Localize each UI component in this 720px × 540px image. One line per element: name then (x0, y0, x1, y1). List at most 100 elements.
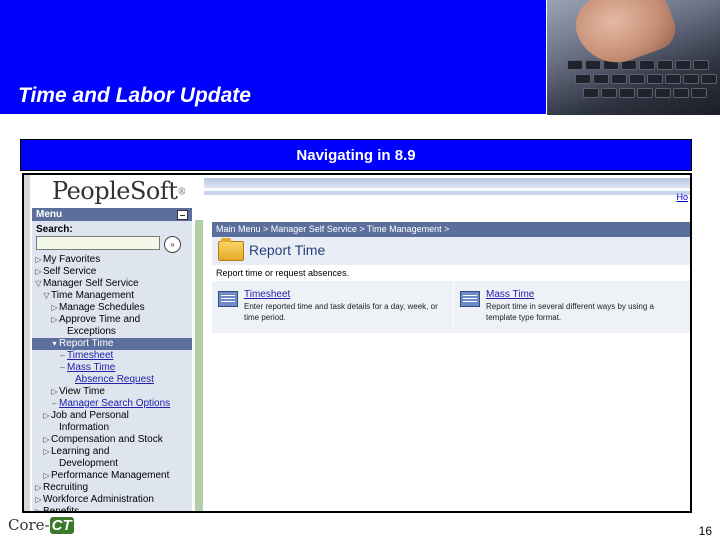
menu-item-label: Report Time (59, 338, 114, 349)
menu-item-label: My Favorites (43, 254, 101, 265)
menu-item[interactable]: ▽Time Management (32, 290, 192, 302)
slide-title: Time and Labor Update (18, 84, 251, 107)
menu-item-label: Manager Self Service (43, 278, 139, 289)
keyboard-row (547, 60, 720, 70)
page-number: 16 (698, 524, 712, 538)
expand-glyph-icon: ▷ (35, 495, 42, 504)
menu-item[interactable]: ▷Approve Time and (32, 314, 192, 326)
tile-mass-time[interactable]: Mass Time Report time in several differe… (453, 283, 689, 331)
menu-item[interactable]: ▷My Favorites (32, 254, 192, 266)
menu-item-label[interactable]: Absence Request (75, 374, 154, 385)
search-input[interactable] (36, 236, 160, 250)
menu-item[interactable]: ▷Job and Personal (32, 410, 192, 422)
tile-timesheet[interactable]: Timesheet Enter reported time and task d… (212, 283, 447, 331)
menu-item-label: Information (59, 422, 110, 433)
menu-item-label: Recruiting (43, 482, 89, 493)
menu-item[interactable]: – Manager Search Options (32, 398, 192, 410)
keyboard-row (547, 88, 720, 98)
footer-logo-prefix: Core- (8, 516, 50, 534)
minimize-icon[interactable] (177, 210, 188, 220)
menu-header: Menu (32, 208, 192, 221)
menu-item-label: Performance Management (51, 470, 170, 481)
menu-item-label: View Time (59, 386, 105, 397)
expand-glyph-icon: – (52, 399, 57, 408)
menu-item[interactable]: ▷Performance Management (32, 470, 192, 482)
home-link[interactable]: Ho (676, 192, 688, 202)
expand-glyph-icon: ▷ (43, 471, 50, 480)
menu-item-label[interactable]: Manager Search Options (59, 398, 170, 409)
tile-description: Report time in several different ways by… (486, 302, 654, 322)
breadcrumb[interactable]: Main Menu > Manager Self Service > Time … (212, 222, 690, 237)
expand-glyph-icon: ▷ (35, 483, 42, 492)
menu-item-label: Compensation and Stock (51, 434, 163, 445)
core-ct-logo: Core- CT (8, 516, 74, 534)
menu-item[interactable]: – Timesheet (32, 350, 192, 362)
menu-item-label: Benefits (43, 506, 80, 513)
expand-glyph-icon: ▷ (43, 435, 50, 444)
expand-glyph-icon: ▷ (35, 255, 42, 264)
logo-text: PeopleSoft (52, 177, 178, 205)
expand-glyph-icon: – (60, 351, 65, 360)
expand-glyph-icon: ▷ (43, 411, 50, 420)
mass-time-icon (460, 291, 480, 307)
menu-item-label: Workforce Administration (43, 494, 154, 505)
tile-title[interactable]: Mass Time (486, 289, 534, 300)
menu-item[interactable]: ▽Manager Self Service (32, 278, 192, 290)
menu-item-label: Self Service (43, 266, 97, 277)
folder-icon (218, 238, 244, 261)
peoplesoft-screenshot: PeopleSoft® Ho Menu Search: » ▷My Favori… (22, 173, 692, 513)
menu-item-label: Learning and (51, 446, 110, 457)
menu-item[interactable]: ▷View Time (32, 386, 192, 398)
menu-item[interactable]: ▷Compensation and Stock (32, 434, 192, 446)
expand-glyph-icon: ▷ (51, 303, 58, 312)
menu-item[interactable]: – Mass Time (32, 362, 192, 374)
expand-glyph-icon: ▷ (51, 315, 58, 324)
expand-glyph-icon: ▽ (35, 279, 42, 288)
expand-glyph-icon: ▽ (43, 291, 50, 300)
menu-item[interactable]: Information (32, 422, 192, 434)
search-row: » (32, 236, 192, 254)
menu-item-label: Development (59, 458, 118, 469)
menu-item[interactable]: ▷Recruiting (32, 482, 192, 494)
expand-glyph-icon: ▷ (51, 387, 58, 396)
expand-glyph-icon: ▷ (35, 507, 42, 513)
search-go-icon[interactable]: » (164, 236, 181, 253)
menu-item[interactable]: Absence Request (32, 374, 192, 386)
menu-item[interactable]: ▾ Report Time (32, 338, 192, 350)
menu-item[interactable]: Exceptions (32, 326, 192, 338)
expand-glyph-icon: – (60, 363, 65, 372)
page-subtitle: Report time or request absences. (212, 265, 690, 281)
search-label: Search: (36, 224, 73, 235)
header-stripe (204, 178, 690, 188)
keyboard-row (547, 74, 720, 84)
menu-title: Menu (36, 209, 63, 220)
menu-item[interactable]: Development (32, 458, 192, 470)
tile-description: Enter reported time and task details for… (244, 302, 438, 322)
menu-item[interactable]: ▷Workforce Administration (32, 494, 192, 506)
menu-panel: Menu Search: » ▷My Favorites ▷Self Servic… (32, 208, 192, 511)
panel-separator[interactable] (195, 220, 203, 511)
expand-glyph-icon: ▷ (35, 267, 42, 276)
menu-item[interactable]: ▷Manage Schedules (32, 302, 192, 314)
header-stripe-secondary (204, 191, 690, 195)
menu-tree: ▷My Favorites ▷Self Service ▽Manager Self … (32, 254, 192, 513)
section-banner-text: Navigating in 8.9 (296, 147, 416, 164)
page-title: Report Time (249, 242, 326, 258)
tile-title[interactable]: Timesheet (244, 289, 290, 300)
expand-glyph-icon: ▷ (43, 447, 50, 456)
menu-item-label: Manage Schedules (59, 302, 145, 313)
header-rule (0, 114, 546, 116)
menu-item-label[interactable]: Mass Time (67, 362, 115, 373)
timesheet-icon (218, 291, 238, 307)
menu-item[interactable]: ▷Benefits (32, 506, 192, 513)
expand-glyph-icon: ▾ (52, 339, 57, 348)
menu-item-label: Approve Time and (59, 314, 141, 325)
footer-logo-mark: CT (49, 517, 74, 534)
menu-item-label: Job and Personal (51, 410, 129, 421)
menu-item-label: Exceptions (67, 326, 116, 337)
menu-item[interactable]: ▷Learning and (32, 446, 192, 458)
content-area: Main Menu > Manager Self Service > Time … (212, 222, 690, 333)
menu-item-label: Time Management (51, 290, 134, 301)
menu-item-label[interactable]: Timesheet (67, 350, 113, 361)
menu-item[interactable]: ▷Self Service (32, 266, 192, 278)
